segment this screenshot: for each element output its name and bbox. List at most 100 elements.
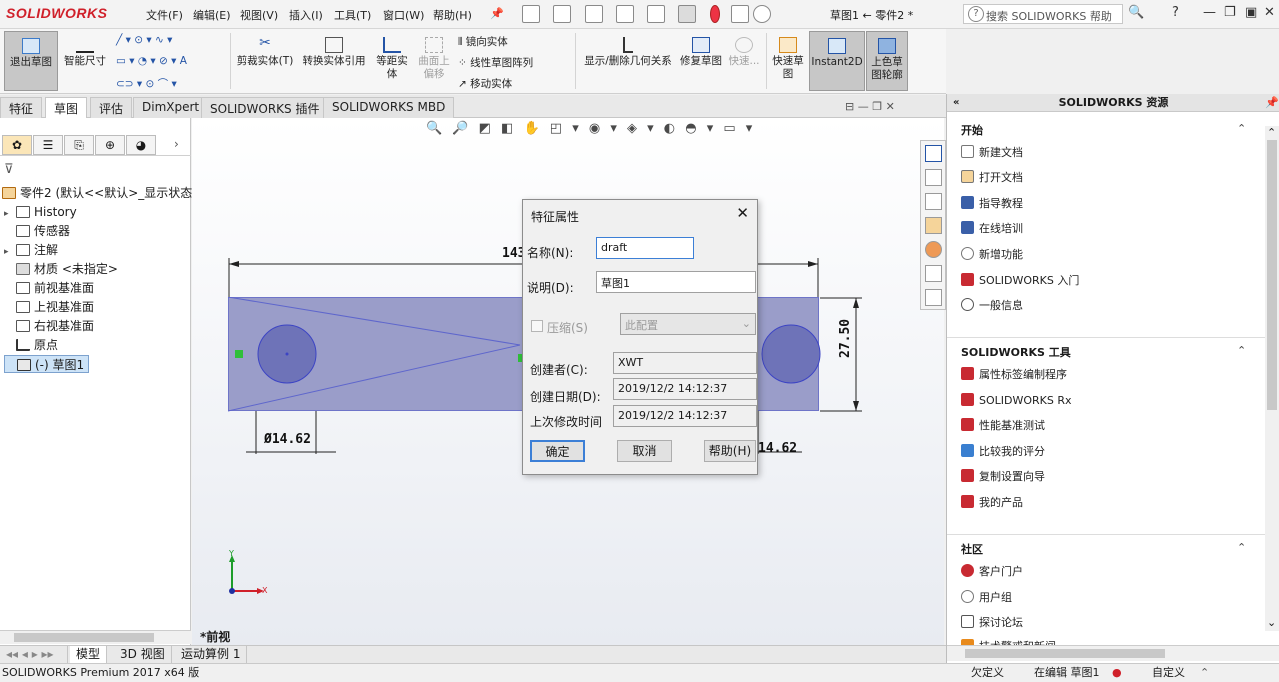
tree-item-sketch1[interactable]: (-) 草图1 bbox=[4, 355, 90, 373]
chevron-right-icon[interactable]: › bbox=[174, 137, 179, 151]
res-solidworks-rx[interactable]: SOLIDWORKS Rx bbox=[961, 393, 1072, 407]
smart-dimension-button[interactable]: 智能尺寸 bbox=[60, 31, 110, 91]
rebuild-status-icon[interactable]: ● bbox=[1112, 664, 1122, 682]
res-new-document[interactable]: 新建文档 bbox=[961, 144, 1023, 160]
shaded-sketch-contours-button[interactable]: 上色草图轮廓 bbox=[866, 31, 908, 91]
tree-root-part[interactable]: 零件2 (默认<<默认>_显示状态 bbox=[2, 184, 192, 202]
scroll-down-icon[interactable]: ⌄ bbox=[1267, 616, 1276, 629]
chevron-up-icon[interactable]: ⌃ bbox=[1237, 541, 1246, 554]
suppress-checkbox[interactable] bbox=[531, 320, 543, 332]
surface-offset-button[interactable]: 曲面上偏移 bbox=[414, 31, 454, 91]
pin-icon[interactable]: 📌 bbox=[1265, 94, 1279, 112]
menu-file[interactable]: 文件(F) bbox=[146, 7, 183, 23]
scrollbar-thumb[interactable] bbox=[14, 633, 154, 642]
dialog-close-icon[interactable]: ✕ bbox=[736, 204, 749, 222]
tab-evaluate[interactable]: 评估 bbox=[90, 97, 133, 118]
cancel-button[interactable]: 取消 bbox=[617, 440, 672, 462]
tree-item-front-plane[interactable]: 前视基准面 bbox=[4, 279, 94, 297]
mirror-entities-button[interactable]: ⫴ 镜向实体 bbox=[458, 34, 508, 49]
appearances-icon[interactable] bbox=[925, 241, 942, 258]
menu-help[interactable]: 帮助(H) bbox=[433, 7, 472, 23]
move-entities-button[interactable]: ↗ 移动实体 bbox=[458, 76, 512, 91]
tab-3d-view[interactable]: 3D 视图 bbox=[114, 646, 172, 663]
rapid-sketch-button[interactable]: 快速草图 bbox=[769, 31, 807, 91]
tree-item-material[interactable]: 材质 <未指定> bbox=[4, 260, 118, 278]
rebuild-icon[interactable] bbox=[710, 5, 720, 23]
new-doc-icon[interactable] bbox=[522, 5, 540, 23]
sketch-circle-right[interactable] bbox=[761, 324, 821, 384]
offset-entities-button[interactable]: 等距实体 bbox=[372, 31, 412, 91]
menu-view[interactable]: 视图(V) bbox=[240, 7, 278, 23]
res-general-info[interactable]: 一般信息 bbox=[961, 297, 1023, 313]
slot-tool-icon[interactable]: ⊂⊃ ▾ ⊙ ⌒ ▾ bbox=[116, 76, 177, 91]
rectangle-tool-icon[interactable]: ▭ ▾ ◔ ▾ ⊘ ▾ A bbox=[116, 55, 187, 67]
show-delete-relations-button[interactable]: 显示/删除几何关系 bbox=[579, 31, 677, 91]
view-palette-icon[interactable] bbox=[925, 217, 942, 234]
chevron-up-icon[interactable]: ⌃ bbox=[1200, 664, 1209, 682]
file-explorer-icon[interactable] bbox=[925, 193, 942, 210]
tab-addins[interactable]: SOLIDWORKS 插件 bbox=[201, 97, 329, 118]
display-manager-icon[interactable]: ◕ bbox=[126, 135, 156, 155]
linear-pattern-button[interactable]: ⁘ 线性草图阵列 bbox=[458, 55, 533, 70]
collapse-icon[interactable]: « bbox=[953, 94, 959, 112]
dimxpert-manager-icon[interactable]: ⊕ bbox=[95, 135, 125, 155]
open-doc-icon[interactable] bbox=[553, 5, 571, 23]
options-gear-icon[interactable] bbox=[753, 5, 771, 23]
res-property-tab-builder[interactable]: 属性标签编制程序 bbox=[961, 366, 1067, 382]
help-search-input[interactable]: 搜索 SOLIDWORKS 帮助 bbox=[963, 4, 1123, 24]
tree-item-top-plane[interactable]: 上视基准面 bbox=[4, 298, 94, 316]
chevron-up-icon[interactable]: ⌃ bbox=[1237, 344, 1246, 357]
tree-item-sensors[interactable]: 传感器 bbox=[4, 222, 70, 240]
property-manager-icon[interactable]: ☰ bbox=[33, 135, 63, 155]
menu-insert[interactable]: 插入(I) bbox=[289, 7, 323, 23]
horizontal-scrollbar[interactable] bbox=[947, 645, 1279, 661]
res-copy-settings[interactable]: 复制设置向导 bbox=[961, 468, 1045, 484]
quick-snaps-button[interactable]: 快速... bbox=[725, 31, 763, 91]
tree-item-annotations[interactable]: ▸ 注解 bbox=[4, 241, 58, 259]
search-icon[interactable]: 🔍 bbox=[1128, 5, 1144, 20]
vertical-scrollbar[interactable]: ⌃ ⌄ bbox=[1265, 126, 1279, 631]
tree-item-history[interactable]: ▸ History bbox=[4, 203, 77, 221]
configuration-manager-icon[interactable]: ⎘ bbox=[64, 135, 94, 155]
tab-features[interactable]: 特征 bbox=[0, 97, 43, 118]
scrollbar-thumb[interactable] bbox=[965, 649, 1165, 658]
res-discussion-forum[interactable]: 探讨论坛 bbox=[961, 614, 1023, 630]
custom-properties-icon[interactable] bbox=[925, 265, 942, 282]
repair-sketch-button[interactable]: 修复草图 bbox=[679, 31, 723, 91]
menu-window[interactable]: 窗口(W) bbox=[383, 7, 424, 23]
tab-nav-arrows[interactable]: ◂◂ ◂ ▸ ▸▸ bbox=[0, 646, 68, 663]
viewport-window-controls[interactable]: ⊟ — ❐ ✕ bbox=[845, 100, 895, 113]
dimension-diameter-left[interactable]: Ø14.62 bbox=[264, 432, 311, 447]
chevron-up-icon[interactable]: ⌃ bbox=[1237, 122, 1246, 135]
home-icon[interactable] bbox=[925, 145, 942, 162]
tree-item-origin[interactable]: 原点 bbox=[4, 336, 58, 354]
tab-model[interactable]: 模型 bbox=[70, 646, 108, 663]
description-input[interactable]: 草图1 bbox=[596, 271, 756, 293]
tab-motion-study[interactable]: 运动算例 1 bbox=[175, 646, 248, 663]
res-open-document[interactable]: 打开文档 bbox=[961, 169, 1023, 185]
help-button[interactable]: 帮助(H) bbox=[704, 440, 756, 462]
status-custom-units[interactable]: 自定义 bbox=[1152, 664, 1185, 682]
pin-icon[interactable]: 📌 bbox=[490, 7, 504, 20]
file-properties-icon[interactable] bbox=[731, 5, 749, 23]
menu-edit[interactable]: 编辑(E) bbox=[193, 7, 231, 23]
filter-icon[interactable]: ⊽ bbox=[4, 162, 14, 177]
exit-sketch-button[interactable]: 退出草图 bbox=[4, 31, 58, 91]
scrollbar-thumb[interactable] bbox=[1267, 140, 1277, 410]
configuration-select[interactable]: 此配置 ⌄ bbox=[620, 313, 756, 335]
tab-dimxpert[interactable]: DimXpert bbox=[133, 97, 209, 118]
close-icon[interactable]: ✕ bbox=[1264, 5, 1275, 20]
dimension-height[interactable]: 27.50 bbox=[838, 319, 853, 358]
menu-tools[interactable]: 工具(T) bbox=[334, 7, 371, 23]
tree-item-right-plane[interactable]: 右视基准面 bbox=[4, 317, 94, 335]
design-library-icon[interactable] bbox=[925, 169, 942, 186]
trim-entities-button[interactable]: ✂ 剪裁实体(T) bbox=[234, 31, 296, 91]
convert-entities-button[interactable]: 转换实体引用 bbox=[298, 31, 370, 91]
res-compare-score[interactable]: 比较我的评分 bbox=[961, 443, 1045, 459]
help-question-icon[interactable]: ? bbox=[1172, 5, 1179, 20]
feature-manager-icon[interactable]: ✿ bbox=[2, 135, 32, 155]
forum-icon[interactable] bbox=[925, 289, 942, 306]
res-whats-new[interactable]: 新增功能 bbox=[961, 246, 1023, 262]
relation-marker-left[interactable] bbox=[235, 350, 243, 358]
tab-sketch[interactable]: 草图 bbox=[45, 97, 88, 118]
